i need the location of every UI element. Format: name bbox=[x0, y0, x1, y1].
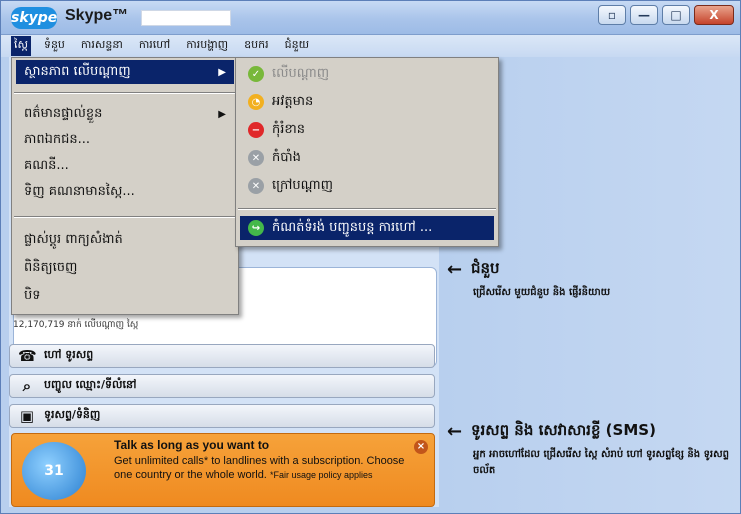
arrow-left-icon: ← bbox=[447, 421, 463, 442]
menu-item-label: គណនី... bbox=[24, 157, 69, 173]
menu-sign-out[interactable]: ពិនិត្យចេញ bbox=[16, 256, 234, 280]
call-forwarding-icon: ↪ bbox=[248, 220, 264, 236]
online-users-count: 12,170,719 នាក់ លើបណ្តាញ ស្កៃ bbox=[13, 320, 139, 330]
menu-account[interactable]: គណនី... bbox=[16, 154, 234, 178]
menu-personal-info[interactable]: ពត៌មានផ្ទាល់ខ្លួន ▶ bbox=[16, 102, 234, 126]
shop-label: ទូរសព្ទ/ទំនិញ bbox=[44, 408, 101, 421]
window-controls: ▫ — □ X bbox=[598, 5, 734, 25]
calendar-globe-icon: 31 bbox=[22, 442, 86, 500]
skype-window: skype Skype™ ▫ — □ X ស្កៃ ទំនួប ការសន្ទន… bbox=[0, 0, 741, 514]
user-name-field bbox=[141, 10, 231, 26]
feature-title: ជំនួប bbox=[471, 259, 500, 277]
menu-skype[interactable]: ស្កៃ bbox=[11, 36, 31, 56]
submenu-arrow-icon: ▶ bbox=[218, 108, 226, 120]
menu-item-label: ភាពឯកជន... bbox=[24, 131, 91, 147]
status-away[interactable]: ◔ អវត្តមាន bbox=[240, 90, 494, 114]
menu-separator bbox=[14, 92, 236, 94]
shop-button[interactable]: ▣ ទូរសព្ទ/ទំនិញ bbox=[9, 404, 435, 428]
status-label: អវត្តមាន bbox=[272, 93, 314, 109]
close-icon[interactable]: × bbox=[414, 440, 428, 454]
call-phone-button[interactable]: ☎ ហៅ ទូរសព្ទ bbox=[9, 344, 435, 368]
submenu-arrow-icon: ▶ bbox=[218, 66, 226, 78]
status-label: លើបណ្តាញ bbox=[272, 65, 330, 81]
search-contacts-button[interactable]: ⌕ បញ្ចូល ឈ្មោះ/ទីលំនៅ bbox=[9, 374, 435, 398]
menu-call[interactable]: ការហៅ bbox=[136, 36, 173, 56]
status-label: ក្រៅបណ្តាញ bbox=[272, 177, 334, 193]
promo-title: Talk as long as you want to bbox=[114, 438, 270, 452]
feature-description: អ្នក អាចហៅដែល ជ្រើសរើស ស្កៃ សំរាប់ ហៅ ទូ… bbox=[473, 449, 729, 476]
menu-item-label: ស្ថានភាព លើបណ្តាញ bbox=[24, 63, 131, 79]
status-online: ✓ លើបណ្តាញ bbox=[240, 62, 494, 86]
maximize-button[interactable]: □ bbox=[662, 5, 690, 25]
status-label: កំបាំង bbox=[272, 149, 301, 165]
search-contacts-label: បញ្ចូល ឈ្មោះ/ទីលំនៅ bbox=[44, 378, 137, 391]
menu-item-label: ផ្លាស់ប្តូរ ពាក្យសំងាត់ bbox=[24, 231, 123, 247]
call-phone-label: ហៅ ទូរសព្ទ bbox=[44, 348, 94, 361]
skype-dropdown-menu: ស្ថានភាព លើបណ្តាញ ▶ ពត៌មានផ្ទាល់ខ្លួន ▶ … bbox=[11, 57, 239, 315]
minimize-button[interactable]: — bbox=[630, 5, 658, 25]
feature-description: ជ្រើសរើស មួយជំនួប និង ផ្ញើរនិយាយ bbox=[473, 287, 611, 298]
menu-buy-credit[interactable]: ទិញ គណនាមាន​ស្កៃ... bbox=[16, 180, 234, 204]
restore-button[interactable]: ▫ bbox=[598, 5, 626, 25]
menu-change-password[interactable]: ផ្លាស់ប្តូរ ពាក្យសំងាត់ bbox=[16, 228, 234, 252]
invisible-status-icon: ✕ bbox=[248, 150, 264, 166]
shop-bag-icon: ▣ bbox=[19, 407, 35, 425]
arrow-left-icon: ← bbox=[447, 259, 463, 280]
status-do-not-disturb[interactable]: − កុំរំខាន bbox=[240, 118, 494, 142]
promo-body: Get unlimited calls* to landlines with a… bbox=[114, 454, 414, 482]
menu-separator bbox=[238, 208, 496, 210]
menu-contacts[interactable]: ទំនួប bbox=[41, 36, 68, 56]
menu-item-label: ពិនិត្យចេញ bbox=[24, 259, 78, 275]
menu-help[interactable]: ជំនួយ bbox=[282, 36, 312, 56]
offline-status-icon: ✕ bbox=[248, 178, 264, 194]
away-status-icon: ◔ bbox=[248, 94, 264, 110]
online-status-icon: ✓ bbox=[248, 66, 264, 82]
skype-logo: skype bbox=[11, 7, 57, 29]
promo-banner[interactable]: 31 Talk as long as you want to Get unlim… bbox=[11, 433, 435, 507]
menu-privacy[interactable]: ភាពឯកជន... bbox=[16, 128, 234, 152]
status-label: កុំរំខាន bbox=[272, 121, 306, 137]
menu-conversation[interactable]: ការសន្ទនា bbox=[78, 36, 126, 56]
window-title: Skype™ bbox=[65, 7, 129, 24]
menu-separator bbox=[14, 216, 236, 218]
status-submenu: ✓ លើបណ្តាញ ◔ អវត្តមាន − កុំរំខាន ✕ កំបាំ… bbox=[235, 57, 499, 247]
status-offline[interactable]: ✕ ក្រៅបណ្តាញ bbox=[240, 174, 494, 198]
status-label: កំណត់ទំរង់ បញ្ជូនបន្ត ការហៅ ... bbox=[272, 219, 433, 235]
promo-footnote: *Fair usage policy applies bbox=[269, 470, 373, 480]
menu-item-label: បិទ bbox=[24, 287, 41, 303]
close-button[interactable]: X bbox=[694, 5, 734, 25]
search-icon: ⌕ bbox=[22, 377, 32, 395]
phone-icon: ☎ bbox=[18, 347, 37, 365]
menu-bar: ស្កៃ ទំនួប ការសន្ទនា ការហៅ ការបង្ហាញ ឧបក… bbox=[1, 35, 740, 57]
status-invisible[interactable]: ✕ កំបាំង bbox=[240, 146, 494, 170]
menu-item-label: ទិញ គណនាមាន​ស្កៃ... bbox=[24, 183, 135, 199]
menu-tools[interactable]: ឧបករ bbox=[241, 36, 271, 56]
title-bar[interactable]: skype Skype™ ▫ — □ X bbox=[1, 1, 740, 35]
feature-title: ទូរសព្ទ និង សេវាសារខ្លី (SMS) bbox=[471, 421, 656, 439]
do-not-disturb-status-icon: − bbox=[248, 122, 264, 138]
menu-close[interactable]: បិទ bbox=[16, 284, 234, 308]
menu-online-status[interactable]: ស្ថានភាព លើបណ្តាញ ▶ bbox=[16, 60, 234, 84]
menu-item-label: ពត៌មានផ្ទាល់ខ្លួន bbox=[24, 105, 103, 121]
status-call-forwarding[interactable]: ↪ កំណត់ទំរង់ បញ្ជូនបន្ត ការហៅ ... bbox=[240, 216, 494, 240]
menu-view[interactable]: ការបង្ហាញ bbox=[183, 36, 231, 56]
